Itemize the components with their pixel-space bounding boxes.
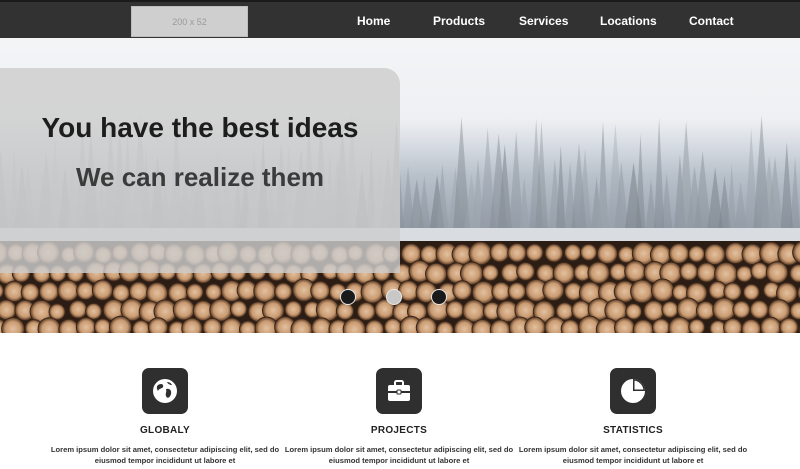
feature-title: GLOBALY	[139, 425, 191, 436]
nav-locations[interactable]: Locations	[600, 2, 657, 40]
hero-subtitle: We can realize them	[75, 162, 325, 192]
nav-products[interactable]: Products	[433, 2, 485, 40]
nav-home[interactable]: Home	[357, 2, 390, 40]
briefcase-icon	[376, 368, 422, 414]
feature-statistics: STATISTICS Lorem ipsum dolor sit amet, c…	[513, 368, 753, 466]
nav-services[interactable]: Services	[519, 2, 568, 40]
feature-title: PROJECTS	[370, 425, 428, 436]
slider-dot-2[interactable]	[386, 289, 402, 305]
feature-description: Lorem ipsum dolor sit amet, consectetur …	[284, 445, 514, 465]
slider-dot-1[interactable]	[340, 289, 356, 305]
feature-projects: PROJECTS Lorem ipsum dolor sit amet, con…	[279, 368, 519, 466]
nav-contact[interactable]: Contact	[689, 2, 734, 40]
logo-placeholder[interactable]: 200 x 52	[131, 6, 248, 37]
slider-dot-3[interactable]	[431, 289, 447, 305]
hero-title: You have the best ideas	[41, 112, 359, 143]
feature-title: STATISTICS	[603, 425, 663, 436]
feature-description: Lorem ipsum dolor sit amet, consectetur …	[50, 445, 280, 465]
top-navbar: 200 x 52 Home Products Services Location…	[0, 0, 800, 38]
feature-description: Lorem ipsum dolor sit amet, consectetur …	[518, 445, 748, 465]
pie-chart-icon	[610, 368, 656, 414]
globe-icon	[142, 368, 188, 414]
hero-slider: You have the best ideas We can realize t…	[0, 38, 800, 333]
feature-globaly: GLOBALY Lorem ipsum dolor sit amet, cons…	[45, 368, 285, 466]
